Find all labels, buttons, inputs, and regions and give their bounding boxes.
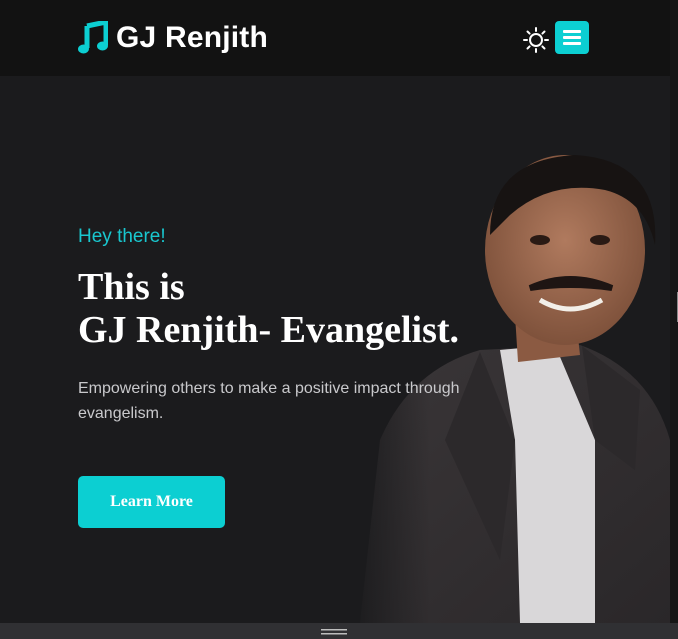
hero-greeting: Hey there! (78, 226, 166, 247)
sun-icon (523, 27, 549, 53)
brand-name: GJ Renjith (116, 21, 269, 54)
theme-toggle-button[interactable] (522, 26, 550, 54)
headline-name: GJ Renjith- (78, 309, 281, 351)
hero-description: Empowering others to make a positive imp… (78, 380, 460, 422)
vertical-scrollbar[interactable] (670, 0, 678, 623)
music-note-icon (78, 21, 108, 54)
hamburger-menu-icon (563, 30, 581, 33)
hero-headline: This is GJ Renjith- Evangelist. (78, 266, 538, 352)
hamburger-menu-button[interactable] (555, 21, 589, 54)
drag-handle-icon[interactable] (321, 629, 347, 635)
brand-link[interactable]: GJ Renjith (78, 19, 268, 57)
top-navbar: GJ Renjith (0, 0, 670, 76)
learn-more-button[interactable]: Learn More (78, 476, 225, 528)
headline-intro: This is (78, 266, 185, 308)
headline-role: Evangelist. (280, 309, 460, 351)
bottom-panel-bar (0, 623, 678, 639)
hero-section: Hey there! This is GJ Renjith- Evangelis… (0, 76, 670, 623)
